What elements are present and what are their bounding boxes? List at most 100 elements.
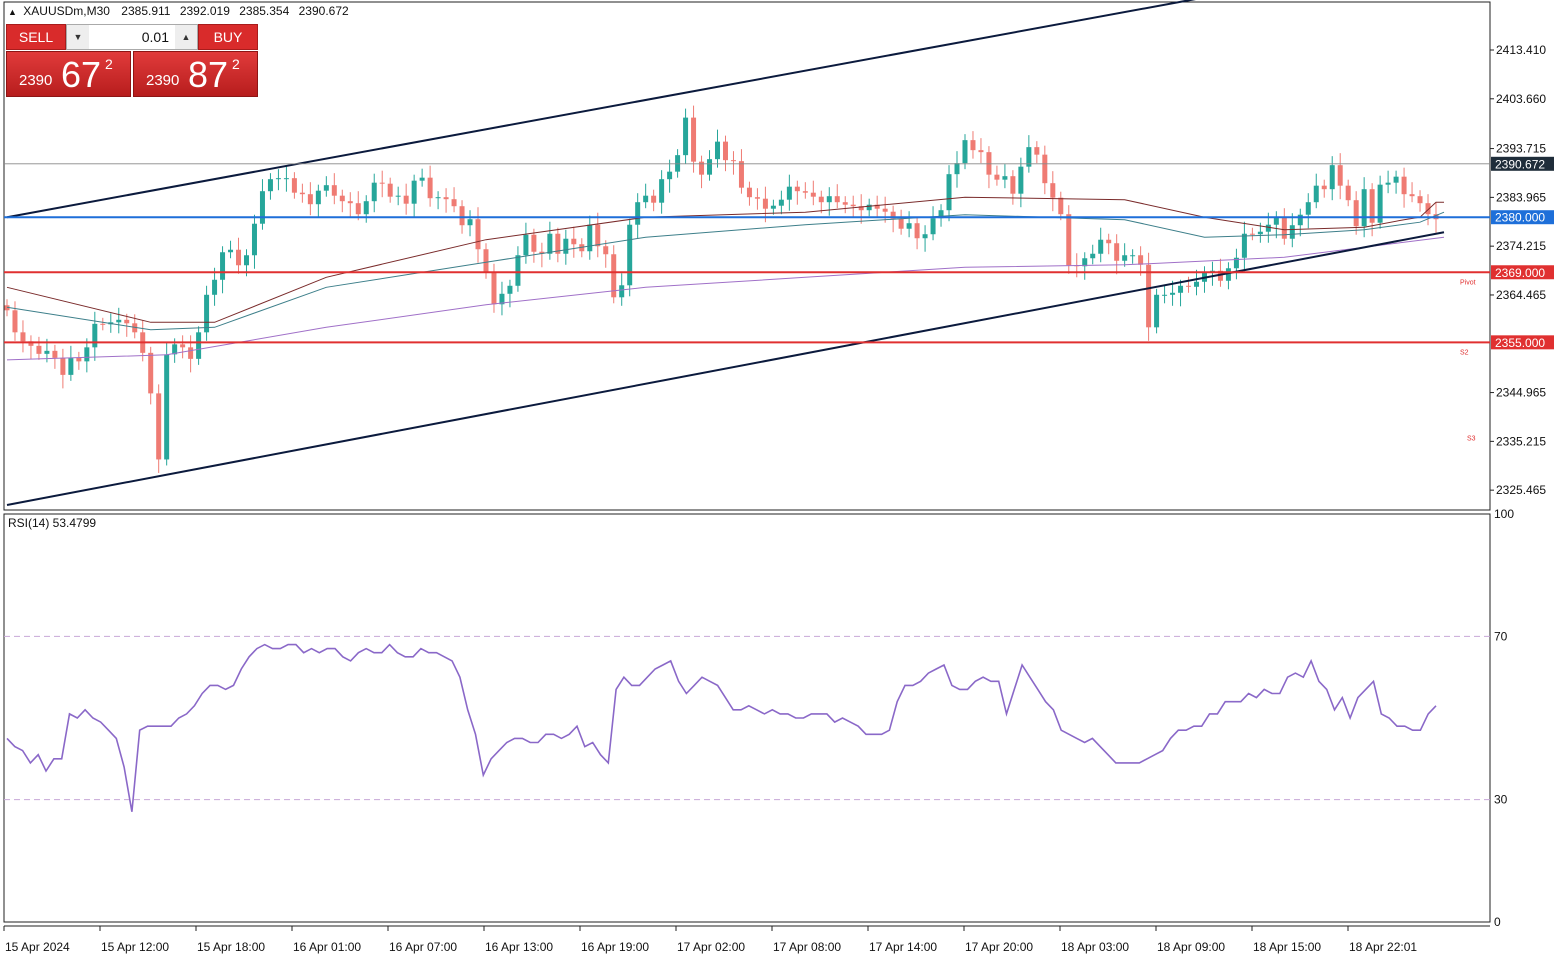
candle-body [659, 179, 665, 203]
candle-body [1146, 264, 1152, 328]
candle-body [323, 185, 329, 191]
lot-increase-icon[interactable]: ▲ [175, 25, 197, 49]
lot-size-control[interactable]: ▼ 0.01 ▲ [66, 24, 198, 50]
sell-price-main: 67 [61, 54, 102, 95]
candle-body [515, 255, 521, 286]
candle-body [52, 350, 58, 358]
candle-body [347, 201, 353, 204]
candle-body [1042, 154, 1048, 184]
buy-price-fraction: 2 [232, 56, 240, 72]
time-tick-label: 18 Apr 09:00 [1157, 940, 1225, 954]
candle-body [243, 255, 249, 266]
candle-body [523, 234, 529, 256]
candle-body [395, 195, 401, 197]
candle-body [251, 223, 257, 256]
open-value: 2385.911 [121, 4, 171, 18]
candle-body [204, 294, 210, 333]
candle-body [954, 163, 960, 175]
rsi-title: RSI(14) 53.4799 [8, 516, 96, 530]
candle-body [1002, 176, 1008, 180]
price-tick-label: 2335.215 [1496, 434, 1546, 448]
close-value: 2390.672 [298, 4, 349, 18]
candle-body [84, 347, 90, 362]
sell-price-button[interactable]: 2390 67 2 [6, 51, 131, 97]
collapse-triangle-icon[interactable]: ▲ [8, 7, 17, 17]
time-tick-label: 15 Apr 18:00 [197, 940, 265, 954]
candle-body [36, 345, 42, 354]
candle-body [427, 177, 433, 199]
time-tick-label: 15 Apr 12:00 [101, 940, 169, 954]
candle-body [603, 246, 609, 255]
candle-body [683, 117, 689, 156]
candle-body [762, 198, 768, 209]
candle-body [531, 234, 537, 252]
candle-body [1122, 255, 1128, 261]
sell-button[interactable]: SELL [6, 24, 66, 50]
candle-body [738, 161, 744, 188]
candle-body [1385, 182, 1391, 185]
candle-body [595, 224, 601, 247]
candle-body [379, 182, 385, 184]
candle-body [778, 199, 784, 206]
time-tick-label: 15 Apr 2024 [5, 940, 70, 954]
candle-body [68, 357, 74, 375]
candle-body [124, 319, 130, 324]
candle-body [459, 206, 465, 226]
candle-body [299, 192, 305, 195]
candle-body [1257, 231, 1263, 235]
candle-body [962, 140, 968, 164]
candle-body [411, 180, 417, 204]
candle-body [651, 195, 657, 203]
lot-size-input[interactable]: 0.01 [89, 29, 175, 45]
buy-price-button[interactable]: 2390 87 2 [133, 51, 258, 97]
candle-body [914, 223, 920, 239]
rsi-tick-label: 70 [1494, 629, 1508, 643]
candle-body [1409, 194, 1415, 197]
candle-body [315, 190, 321, 205]
level-name-label: S3 [1467, 435, 1476, 442]
candle-body [267, 179, 273, 192]
candle-body [587, 224, 593, 252]
candle-body [331, 185, 337, 196]
candle-body [363, 201, 369, 215]
candle-body [707, 159, 713, 175]
candle-body [866, 204, 872, 211]
buy-button[interactable]: BUY [198, 24, 258, 50]
rsi-tick-label: 100 [1494, 507, 1514, 521]
candle-body [715, 141, 721, 160]
candle-body [156, 393, 162, 460]
candle-body [1273, 217, 1279, 225]
candle-body [818, 196, 824, 203]
candle-body [1034, 147, 1040, 155]
level-price-label: 2380.000 [1495, 211, 1545, 225]
candle-body [746, 187, 752, 198]
buy-price-prefix: 2390 [146, 72, 180, 89]
rsi-pane-frame [3, 513, 1491, 923]
candles-group [4, 105, 1439, 473]
candle-body [571, 238, 577, 245]
candle-body [1305, 202, 1311, 215]
time-tick-label: 16 Apr 13:00 [485, 940, 553, 954]
chart-header: ▲ XAUUSDm,M30 2385.911 2392.019 2385.354… [8, 4, 355, 18]
candle-body [20, 332, 26, 342]
candle-body [1130, 255, 1136, 257]
candle-body [275, 178, 281, 180]
candle-body [970, 140, 976, 151]
candle-body [786, 186, 792, 200]
candle-body [100, 323, 106, 325]
time-tick-label: 18 Apr 22:01 [1349, 940, 1417, 954]
lot-decrease-icon[interactable]: ▼ [67, 25, 89, 49]
candle-body [76, 357, 82, 362]
candle-body [403, 195, 409, 204]
candle-body [1114, 243, 1120, 261]
candle-body [355, 203, 361, 215]
candle-body [898, 218, 904, 229]
candle-body [507, 285, 513, 294]
candle-body [1281, 217, 1287, 239]
candle-body [259, 191, 265, 224]
candle-body [1321, 185, 1327, 190]
sell-price-fraction: 2 [105, 56, 113, 72]
candle-body [371, 182, 377, 202]
trading-chart[interactable]: 2380.000 2369.000 Pivot 2355.000 S2 S3 2390.67… [0, 0, 1560, 960]
candle-body [1401, 176, 1407, 195]
